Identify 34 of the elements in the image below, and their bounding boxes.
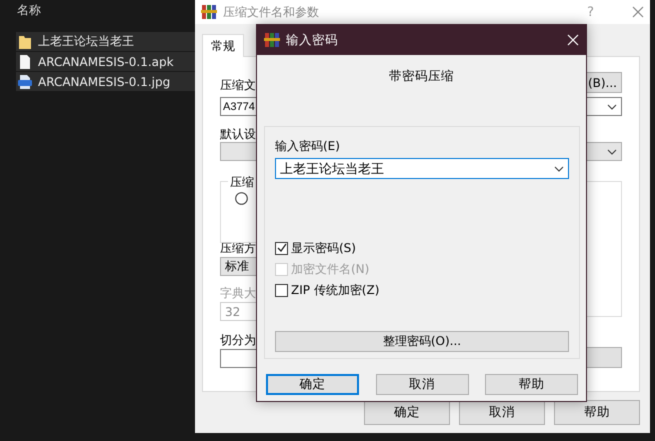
- field-label: 默认设: [220, 126, 256, 142]
- dialog-button[interactable]: 确定: [266, 374, 359, 395]
- dialog-button[interactable]: 取消: [376, 374, 468, 395]
- dialog-button[interactable]: 确定: [364, 400, 450, 425]
- field-label: 压缩文: [220, 77, 256, 93]
- file-row[interactable]: ARCANAMESIS-0.1.apk: [16, 52, 195, 71]
- organize-passwords-button[interactable]: 整理密码(O)...: [275, 331, 569, 352]
- password-field[interactable]: 上老王论坛当老王: [275, 158, 569, 179]
- field-label: 压缩方: [220, 240, 256, 256]
- chevron-down-icon: [607, 148, 617, 154]
- books-icon: [264, 32, 280, 48]
- dialog-button[interactable]: 帮助: [554, 400, 640, 425]
- document-icon: [18, 54, 32, 70]
- field-label: 输入密码(E): [275, 138, 340, 154]
- chevron-down-icon: [607, 104, 617, 110]
- books-icon: [201, 4, 217, 20]
- radio-button[interactable]: [235, 192, 248, 205]
- file-row[interactable]: 上老王论坛当老王: [16, 32, 195, 51]
- dialog-button[interactable]: 帮助: [485, 374, 578, 395]
- dialog-button[interactable]: 取消: [459, 400, 545, 425]
- file-row[interactable]: ARCANAMESIS-0.1.jpg: [16, 72, 195, 91]
- field-label: 字典大: [220, 285, 256, 301]
- dialog-heading: 带密码压缩: [389, 68, 454, 85]
- checkmark-icon: [276, 243, 286, 253]
- field-label: 切分为: [220, 332, 256, 348]
- window-title: 压缩文件名和参数: [223, 4, 320, 20]
- tab[interactable]: 常规: [202, 34, 244, 57]
- checkbox[interactable]: 显示密码(S): [275, 240, 569, 256]
- checkbox[interactable]: ZIP 传统加密(Z): [275, 282, 569, 298]
- image-file-icon: [18, 74, 32, 90]
- column-header[interactable]: 名称: [17, 2, 195, 18]
- folder-icon: [18, 34, 32, 50]
- chevron-down-icon: [554, 166, 564, 172]
- dialog-title: 输入密码: [286, 32, 339, 48]
